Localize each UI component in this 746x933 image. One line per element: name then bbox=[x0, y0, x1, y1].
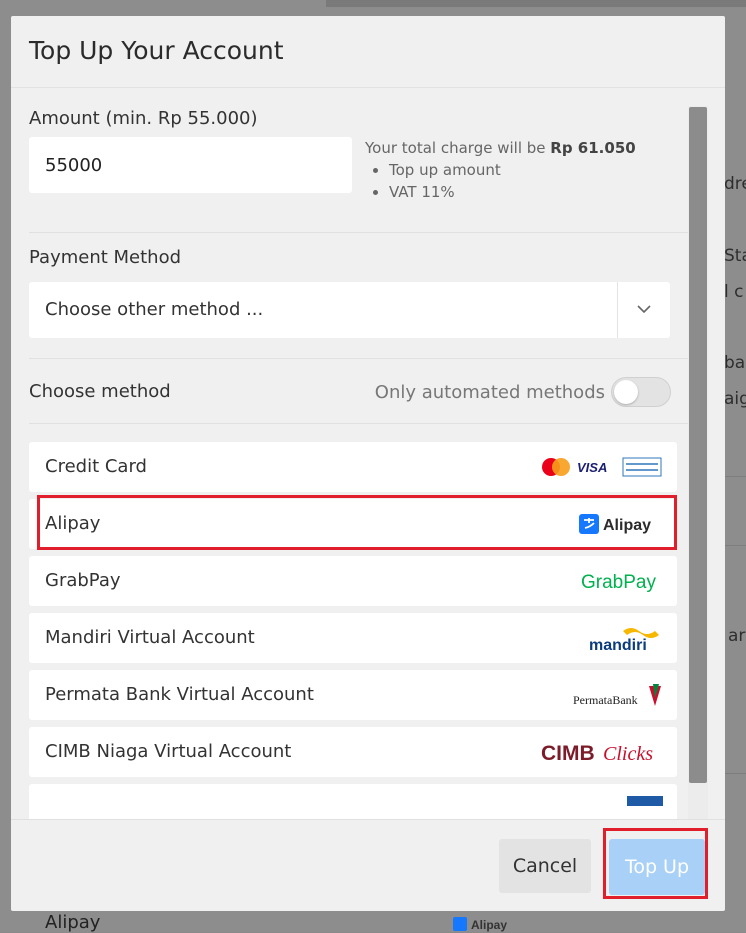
background-alipay-icon: Alipay bbox=[453, 917, 507, 932]
payment-method-label: Payment Method bbox=[29, 247, 182, 268]
payment-method-selected-value: Choose other method ... bbox=[45, 299, 264, 320]
permata-logo-text: PermataBank bbox=[573, 693, 638, 707]
section-divider bbox=[29, 232, 689, 233]
method-credit-card[interactable]: Credit Card VISA bbox=[29, 442, 677, 492]
alipay-icon: Alipay bbox=[579, 514, 651, 534]
background-alipay-label: Alipay bbox=[45, 912, 101, 933]
background-text: ar bbox=[728, 626, 746, 646]
method-cimb[interactable]: CIMB Niaga Virtual Account CIMB Clicks bbox=[29, 727, 677, 777]
method-label: Mandiri Virtual Account bbox=[45, 627, 255, 648]
method-partial[interactable] bbox=[29, 784, 677, 819]
grabpay-logo-text: GrabPay bbox=[581, 572, 656, 593]
choose-method-label: Choose method bbox=[29, 381, 171, 402]
amount-input[interactable] bbox=[29, 137, 352, 193]
permatabank-icon: PermataBank bbox=[573, 684, 661, 707]
charge-total: Rp 61.050 bbox=[550, 139, 636, 157]
method-label: Alipay bbox=[45, 513, 101, 534]
credit-card-brands-icon: VISA bbox=[542, 457, 662, 477]
method-label: Permata Bank Virtual Account bbox=[45, 684, 314, 705]
modal-footer: Cancel Top Up bbox=[11, 819, 725, 911]
method-label: Credit Card bbox=[45, 456, 147, 477]
method-alipay[interactable]: Alipay Alipay bbox=[29, 499, 677, 549]
partial-logo-icon bbox=[627, 796, 663, 806]
method-grabpay[interactable]: GrabPay GrabPay bbox=[29, 556, 677, 606]
charge-item: VAT 11% bbox=[389, 181, 636, 203]
toggle-knob bbox=[614, 380, 638, 404]
section-divider bbox=[29, 358, 689, 359]
amount-label: Amount (min. Rp 55.000) bbox=[29, 108, 258, 129]
payment-method-select[interactable]: Choose other method ... bbox=[29, 282, 670, 338]
top-up-button[interactable]: Top Up bbox=[609, 839, 705, 895]
grabpay-icon: GrabPay bbox=[581, 572, 656, 593]
method-permata[interactable]: Permata Bank Virtual Account PermataBank bbox=[29, 670, 677, 720]
method-label: CIMB Niaga Virtual Account bbox=[45, 741, 292, 762]
background-text: ba bbox=[724, 353, 746, 373]
section-divider bbox=[29, 423, 689, 424]
visa-logo-text: VISA bbox=[577, 460, 607, 475]
select-separator bbox=[617, 282, 618, 338]
background-topbar bbox=[326, 0, 746, 7]
charge-summary: Your total charge will be Rp 61.050 Top … bbox=[365, 137, 636, 203]
charge-item: Top up amount bbox=[389, 159, 636, 181]
method-label: GrabPay bbox=[45, 570, 121, 591]
alipay-logo-text: Alipay bbox=[603, 517, 651, 534]
scrollbar-thumb[interactable] bbox=[689, 107, 707, 783]
chevron-down-icon bbox=[637, 305, 651, 314]
background-text: l c bbox=[724, 282, 744, 302]
background-text: Sta bbox=[724, 246, 746, 266]
background-alipay-logo-text: Alipay bbox=[471, 918, 507, 932]
modal-header: Top Up Your Account bbox=[11, 16, 725, 88]
charge-prefix: Your total charge will be bbox=[365, 139, 546, 157]
cimb-clicks-icon: CIMB Clicks bbox=[541, 742, 653, 765]
background-divider bbox=[725, 773, 746, 774]
background-divider bbox=[725, 476, 746, 477]
cimb-logo-text: CIMB bbox=[541, 742, 595, 765]
automated-methods-toggle[interactable] bbox=[611, 377, 671, 407]
cancel-button[interactable]: Cancel bbox=[499, 839, 591, 893]
mandiri-logo-text: mandiri bbox=[589, 637, 647, 653]
cimb-clicks-logo-text: Clicks bbox=[603, 743, 653, 765]
automated-toggle-label: Only automated methods bbox=[374, 382, 605, 403]
method-mandiri[interactable]: Mandiri Virtual Account mandiri bbox=[29, 613, 677, 663]
background-text: aig bbox=[724, 389, 746, 409]
mandiri-icon: mandiri bbox=[589, 628, 659, 653]
background-text: dre bbox=[724, 174, 746, 194]
background-divider bbox=[725, 545, 746, 546]
top-up-modal: Top Up Your Account Amount (min. Rp 55.0… bbox=[11, 16, 725, 911]
modal-title: Top Up Your Account bbox=[29, 36, 284, 65]
modal-body: Amount (min. Rp 55.000) Your total charg… bbox=[11, 89, 725, 819]
